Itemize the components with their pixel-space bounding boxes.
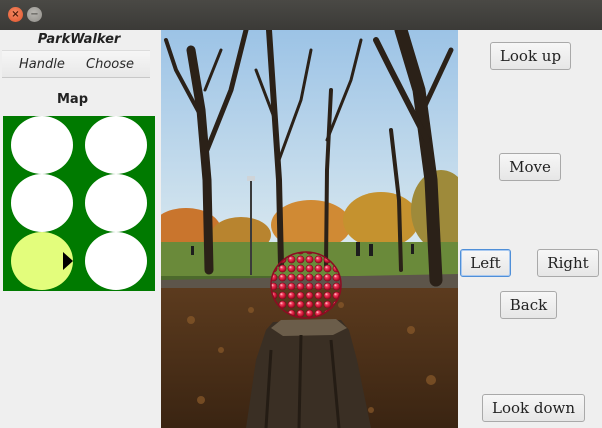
- park-photo: [161, 30, 458, 428]
- close-window-icon[interactable]: ×: [8, 7, 23, 22]
- map-label: Map: [56, 92, 88, 107]
- menu-bar: Handle Choose: [2, 50, 150, 78]
- minimize-window-icon[interactable]: −: [27, 7, 42, 22]
- menu-handle[interactable]: Handle: [19, 57, 65, 72]
- look-up-button[interactable]: Look up: [490, 42, 571, 70]
- map-cell: [85, 116, 147, 174]
- raspberry-icon: [270, 251, 342, 319]
- map-grid: [3, 116, 155, 291]
- map-cell: [85, 232, 147, 290]
- right-button[interactable]: Right: [537, 249, 599, 277]
- left-button[interactable]: Left: [460, 249, 511, 277]
- menu-choose[interactable]: Choose: [86, 57, 134, 72]
- window-titlebar: × −: [0, 0, 602, 30]
- player-direction-icon: [63, 252, 73, 270]
- look-down-button[interactable]: Look down: [482, 394, 585, 422]
- map-cell: [85, 174, 147, 232]
- map-cell: [11, 174, 73, 232]
- left-panel: ParkWalker Handle Choose Map: [0, 30, 158, 428]
- scene-view: [161, 30, 458, 428]
- app-title: ParkWalker: [37, 32, 121, 47]
- map-cell: [11, 116, 73, 174]
- move-button[interactable]: Move: [499, 153, 561, 181]
- back-button[interactable]: Back: [500, 291, 557, 319]
